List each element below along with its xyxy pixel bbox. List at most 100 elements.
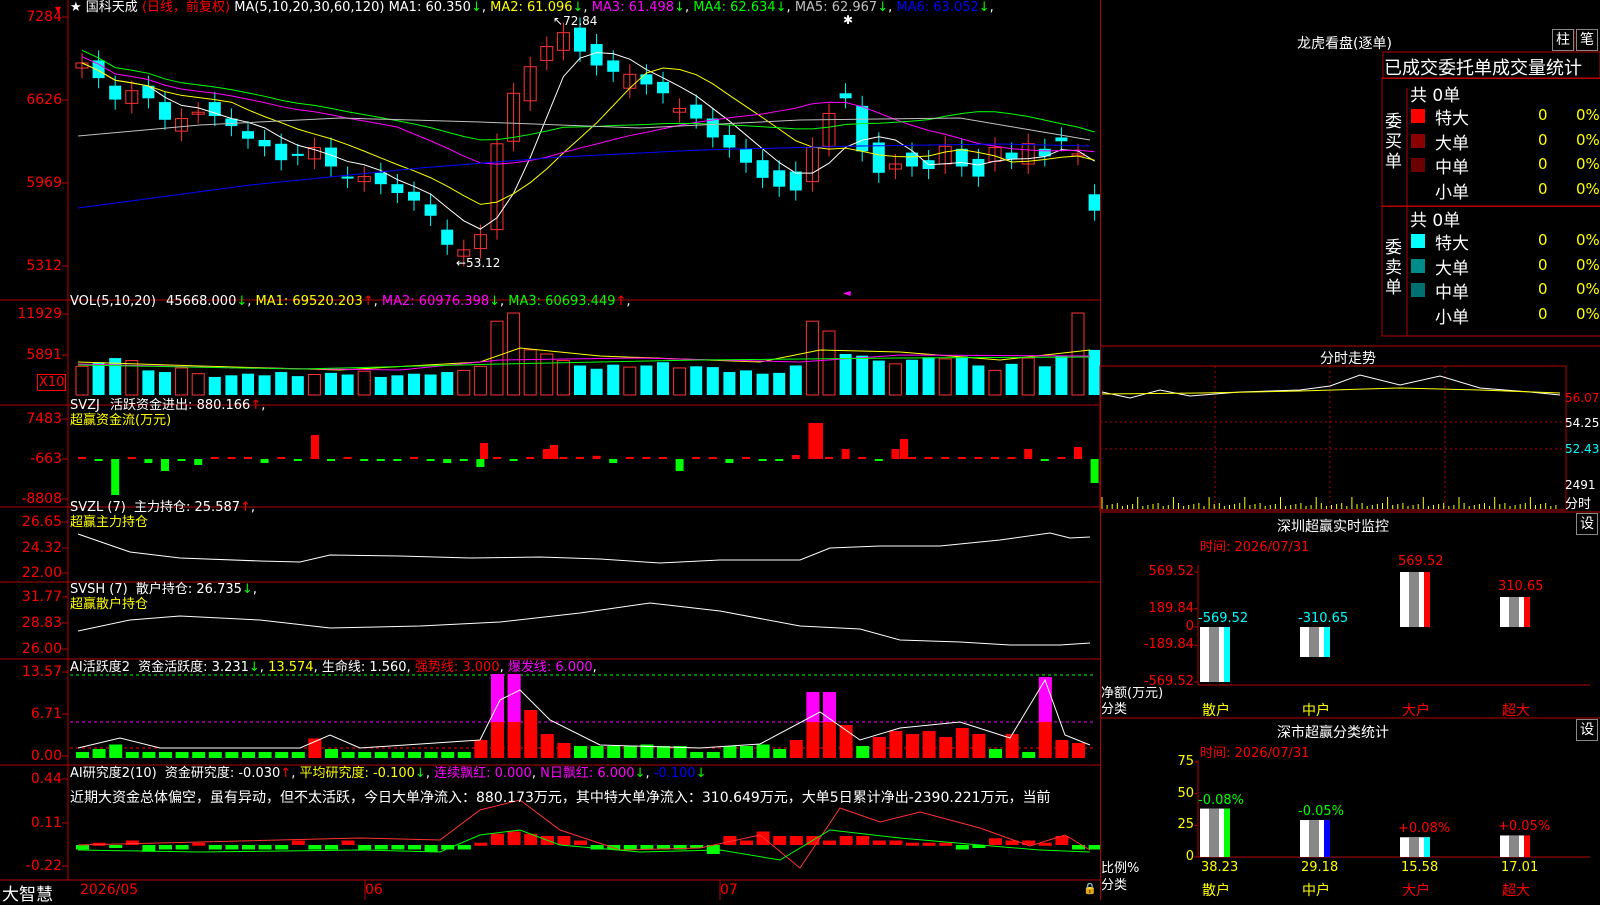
row-pct: 0% (1576, 106, 1600, 124)
vol-unit: X10 (37, 374, 67, 391)
ai-active-bar (690, 752, 704, 758)
svsh-header: SVSH (7) 散户持仓: 26.735↓, 超赢散户持仓 (70, 582, 257, 612)
tick-7483: 7483 (26, 411, 62, 427)
vol-bar-down (607, 364, 620, 395)
low-marker: ←53.12 (456, 256, 501, 270)
vol-bar-down (159, 372, 171, 395)
ai-active-bar (756, 744, 770, 758)
vol-ma-sep: , (626, 294, 631, 309)
ai-active-bar (939, 737, 953, 758)
ai-research-bar (275, 845, 289, 850)
stock-chart-canvas[interactable]: ✱◄ (0, 0, 1100, 900)
candle-down (441, 229, 454, 245)
ai-research-bar (839, 836, 853, 845)
candle-down (374, 172, 387, 185)
ai-active-bar (789, 740, 803, 758)
monitor-title: 深圳超赢实时监控 (1277, 519, 1389, 535)
legend-swatch-2 (1411, 158, 1425, 172)
svzj-bar (542, 449, 551, 459)
vol-bar-up (1021, 357, 1035, 396)
ai-research-bar (242, 845, 255, 850)
ai-research-bar (906, 842, 919, 846)
svzj-bar (360, 459, 369, 461)
vol-bar-up (473, 365, 487, 396)
ma-arrow-1: ↓ (470, 0, 482, 15)
ai-active-bar (275, 752, 289, 758)
ai-active-burst (507, 674, 521, 722)
date-label-3: 07 (720, 882, 738, 898)
ai-research-bar (225, 845, 239, 850)
candle-down (574, 27, 586, 52)
ma-arrow-3: ↓ (674, 0, 685, 15)
tick-0.44: 0.44 (30, 771, 62, 787)
vol-bar-up (1071, 312, 1085, 396)
row-pct: 0% (1576, 280, 1600, 298)
monitor-settings-button[interactable]: 设 (1576, 513, 1598, 535)
row-label: 特大 (1435, 109, 1469, 129)
svzj-bar (111, 459, 120, 495)
stock-name: 国科天成 (85, 0, 138, 15)
candle-down (839, 93, 852, 99)
row-label: 小单 (1435, 307, 1469, 328)
candle-down (972, 158, 985, 177)
svzj-bar (1090, 459, 1099, 483)
ai-active-bar (1072, 743, 1085, 758)
bar-mode-button[interactable]: 柱 (1552, 29, 1574, 51)
dragon-title: 龙虎看盘(逐单) (1297, 36, 1392, 52)
candle-down (92, 60, 105, 79)
ai-research-bar (325, 845, 338, 850)
tick-5969: 5969 (26, 175, 62, 191)
ai-research-bar (623, 845, 637, 850)
tick--0.22: -0.22 (25, 858, 62, 874)
tick-mode-button[interactable]: 笔 (1576, 29, 1598, 51)
ai-active-bar (955, 728, 969, 758)
row-pct: 0% (1576, 304, 1600, 323)
svzj-header: SVZJ 活跃资金进出: 880.166↑, 超赢资金流(万元) (70, 398, 266, 428)
candle-down (391, 184, 404, 194)
svzj-bar (692, 457, 701, 459)
candle-down (756, 160, 769, 178)
ai-active-bar (76, 752, 89, 758)
ai-research-bars (76, 799, 1100, 869)
svzj-bar (210, 457, 219, 459)
vol-bar-up (490, 320, 504, 396)
svzj-bar (459, 459, 468, 461)
stats-settings-button[interactable]: 设 (1576, 719, 1598, 741)
candle-down (275, 143, 288, 161)
vol-bar-up (523, 349, 537, 396)
svzj-bar (260, 459, 269, 463)
ai-active-bar (457, 752, 471, 758)
ai-active-bar (125, 752, 139, 758)
svzj-bar (708, 457, 717, 459)
ai-research-bar (109, 845, 123, 848)
ma-value-5: MA5: 62.967 (790, 0, 878, 15)
svzj-bar (94, 459, 103, 461)
ai-active-bar (109, 744, 123, 758)
vol-bar-up (623, 366, 637, 396)
sell-side-label: 委卖单 (1385, 238, 1402, 298)
vol-bar-up (888, 363, 902, 396)
ai-research-bar (872, 840, 886, 845)
svzj-bar (815, 423, 823, 459)
svzj-bar (1074, 447, 1082, 459)
svzj-bar (244, 457, 252, 459)
vol-bar-down (690, 366, 703, 395)
ai-research-bar (457, 845, 471, 850)
candle-down (723, 134, 736, 148)
stats-change-label: +0.05% (1498, 819, 1551, 835)
ai-active-bar (657, 746, 670, 758)
vol-bar-down (756, 373, 769, 395)
stats-value-label: 38.23 (1201, 860, 1239, 875)
ai-active-bar (557, 743, 571, 758)
svzj-bar (642, 457, 651, 459)
stats-time: 时间: 2026/07/31 (1200, 746, 1310, 761)
vol-bar-down (341, 374, 354, 395)
svsh-subtitle: 超赢散户持仓 (70, 597, 149, 612)
tick--663: -663 (30, 451, 62, 467)
vol-bar-down (740, 370, 752, 395)
svzl-subtitle: 超赢主力持仓 (70, 515, 149, 530)
ai-research-bar (358, 845, 372, 850)
stats-category: 超大 (1502, 883, 1530, 899)
lock-icon[interactable]: 🔒 (1083, 882, 1097, 895)
ma-value-2: MA2: 61.096 (486, 0, 573, 15)
